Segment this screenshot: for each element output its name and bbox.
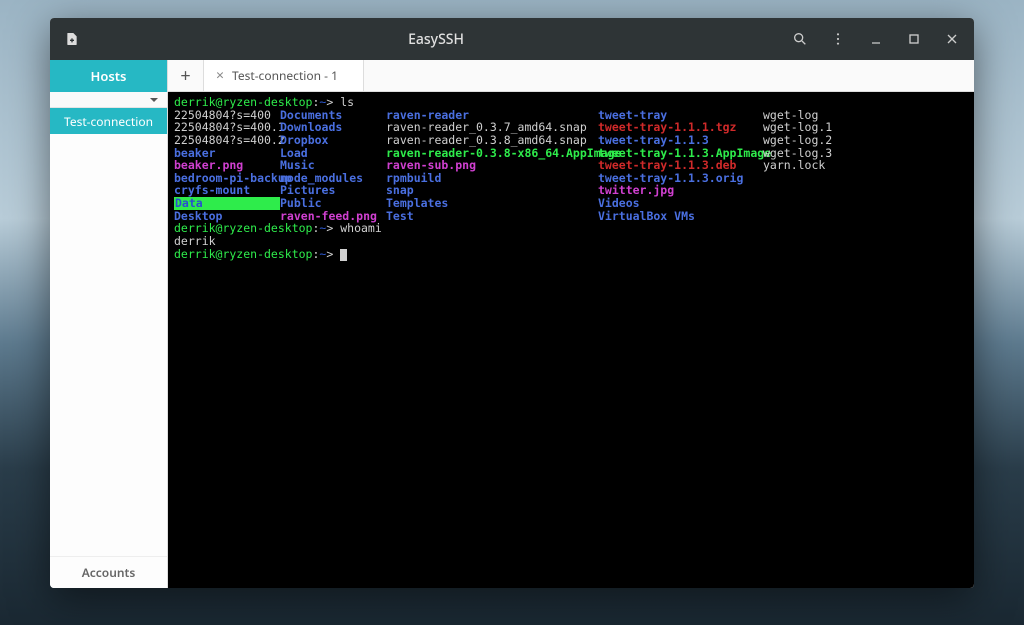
- maximize-icon[interactable]: [898, 23, 930, 55]
- terminal-cursor: [340, 249, 347, 261]
- ls-entry: wget-log.2: [763, 134, 845, 147]
- ls-entry: beaker.png: [174, 159, 280, 172]
- ls-entry: VirtualBox VMs: [598, 210, 763, 223]
- new-file-icon[interactable]: [56, 23, 88, 55]
- tab-test-connection-1[interactable]: × Test-connection - 1: [204, 60, 364, 91]
- sidebar-footer-accounts[interactable]: Accounts: [50, 556, 167, 588]
- titlebar: EasySSH: [50, 18, 974, 60]
- sidebar-header-hosts[interactable]: Hosts: [50, 60, 167, 92]
- terminal[interactable]: derrik@ryzen-desktop:~> ls 22504804?s=40…: [168, 92, 974, 588]
- terminal-line-prompt-whoami: derrik@ryzen-desktop:~> whoami: [174, 222, 968, 235]
- chevron-down-icon: [149, 95, 159, 105]
- tabbar: + × Test-connection - 1: [168, 60, 974, 92]
- main-pane: + × Test-connection - 1 derrik@ryzen-des…: [168, 60, 974, 588]
- sidebar-expand-toggle[interactable]: [50, 92, 167, 108]
- ls-entry: Videos: [598, 197, 763, 210]
- sidebar-spacer: [50, 134, 167, 556]
- ls-output: 22504804?s=40022504804?s=400.122504804?s…: [174, 109, 968, 223]
- window-title: EasySSH: [88, 30, 784, 49]
- ls-entry: Test: [386, 210, 598, 223]
- ls-entry: tweet-tray-1.1.3.deb: [598, 159, 763, 172]
- terminal-line-prompt-empty: derrik@ryzen-desktop:~>: [174, 248, 968, 261]
- ls-entry: yarn.lock: [763, 159, 845, 172]
- tab-close-icon[interactable]: ×: [216, 66, 224, 85]
- sidebar-item-label: Test-connection: [64, 113, 153, 130]
- ls-entry: raven-reader_0.3.8_amd64.snap: [386, 134, 598, 147]
- ls-entry: rpmbuild: [386, 172, 598, 185]
- tab-label: Test-connection - 1: [232, 67, 338, 84]
- ls-entry: raven-sub.png: [386, 159, 598, 172]
- close-icon[interactable]: [936, 23, 968, 55]
- ls-entry: Public: [280, 197, 386, 210]
- ls-entry: tweet-tray-1.1.3: [598, 134, 763, 147]
- kebab-menu-icon[interactable]: [822, 23, 854, 55]
- ls-entry: Music: [280, 159, 386, 172]
- sidebar-item-test-connection[interactable]: Test-connection: [50, 108, 167, 134]
- ls-entry: Dropbox: [280, 134, 386, 147]
- tab-add-button[interactable]: +: [168, 60, 204, 91]
- ls-entry: 22504804?s=400.2: [174, 134, 280, 147]
- ls-entry: Data: [174, 197, 280, 210]
- app-window: EasySSH Hosts: [50, 18, 974, 588]
- terminal-line-prompt-ls: derrik@ryzen-desktop:~> ls: [174, 96, 968, 109]
- minimize-icon[interactable]: [860, 23, 892, 55]
- sidebar: Hosts Test-connection Accounts: [50, 60, 168, 588]
- search-icon[interactable]: [784, 23, 816, 55]
- ls-entry: Templates: [386, 197, 598, 210]
